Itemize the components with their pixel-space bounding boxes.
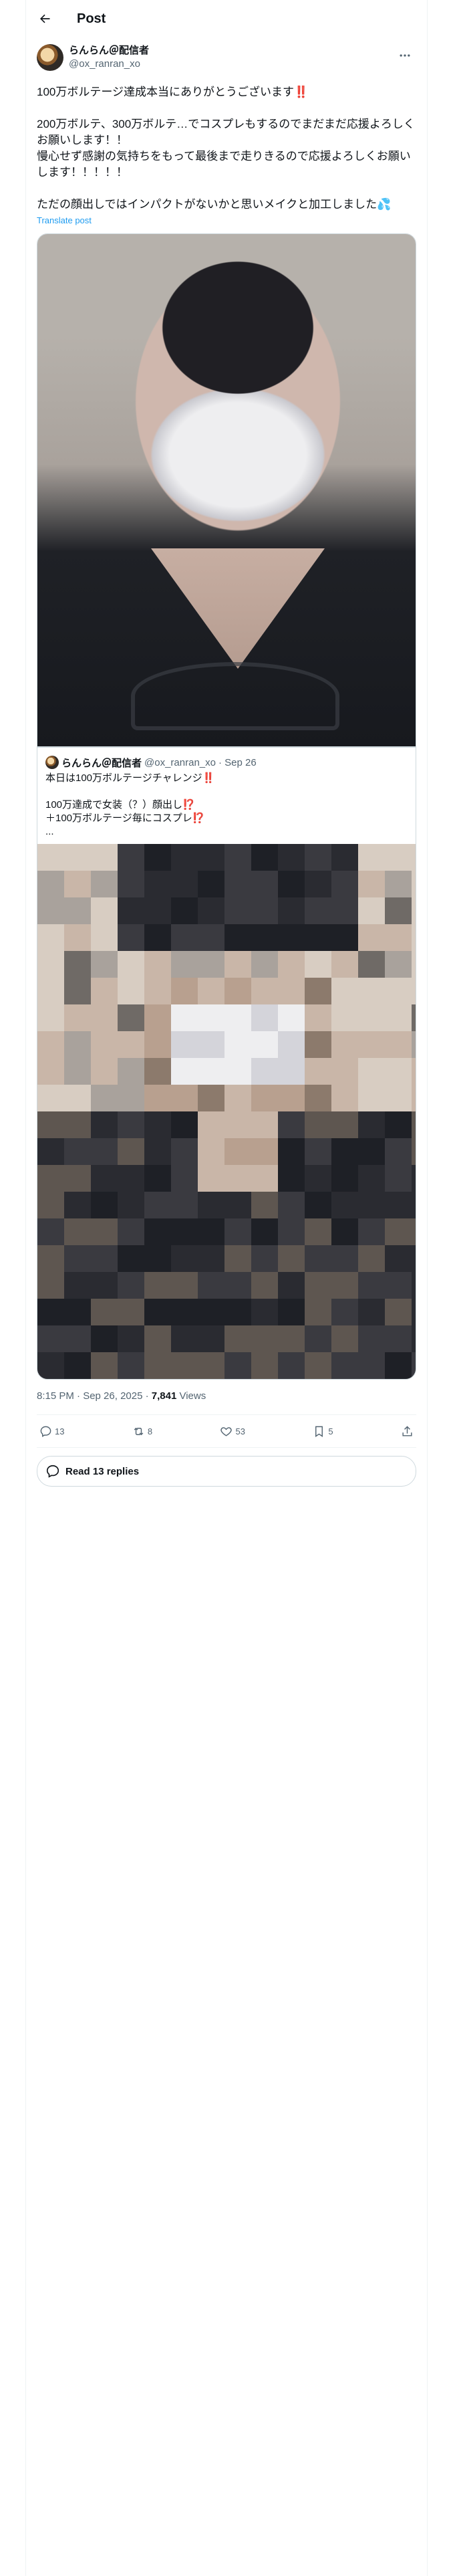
quoted-post[interactable]: らんらん＠配信者 @ox_ranran_xo · Sep 26 本日は100万ボ… <box>37 747 416 1380</box>
repost-count: 8 <box>147 1426 153 1436</box>
back-arrow-icon <box>40 14 50 23</box>
divider <box>37 1447 416 1448</box>
bookmark-button[interactable]: 5 <box>313 1425 333 1438</box>
reply-count: 13 <box>55 1426 65 1436</box>
repost-icon <box>134 1427 144 1435</box>
quoted-photo[interactable] <box>37 844 416 1379</box>
top-bar: Post <box>26 0 427 37</box>
share-icon <box>402 1425 412 1436</box>
share-button[interactable] <box>401 1425 414 1438</box>
timestamp-text[interactable]: 8:15 PM · Sep 26, 2025 · <box>37 1390 152 1402</box>
speech-bubble-icon <box>46 1465 59 1478</box>
quoted-author: らんらん＠配信者 @ox_ranran_xo · Sep 26 <box>45 756 408 769</box>
bookmark-icon <box>315 1426 323 1437</box>
post: らんらん＠配信者 @ox_ranran_xo 100万ボルテージ達成本当にありが… <box>37 44 416 1487</box>
photo-image <box>37 234 416 746</box>
quoted-avatar <box>45 756 59 769</box>
avatar[interactable] <box>37 44 63 71</box>
like-count: 53 <box>235 1426 245 1436</box>
repost-button[interactable]: 8 <box>132 1425 152 1438</box>
author-name[interactable]: らんらん＠配信者 <box>69 44 149 58</box>
read-replies-button[interactable]: Read 13 replies <box>37 1456 416 1487</box>
more-icon <box>400 54 410 57</box>
quoted-text: 本日は100万ボルテージチャレンジ‼️ 100万達成で女装（？）顔出し⁉️ ＋1… <box>45 772 215 837</box>
translate-link[interactable]: Translate post <box>37 215 416 225</box>
quoted-date: · Sep 26 <box>218 756 257 768</box>
quoted-author-handle: @ox_ranran_xo <box>144 756 216 768</box>
post-author: らんらん＠配信者 @ox_ranran_xo <box>37 44 416 76</box>
views-count: 7,841 <box>151 1390 177 1402</box>
post-text: 100万ボルテージ達成本当にありがとうございます‼️ 200万ボルテ、300万ボ… <box>37 86 415 211</box>
bookmark-count: 5 <box>328 1426 333 1436</box>
main-column: Post らんらん＠配信者 @ox_ranran_xo 100万ボルテージ達成本… <box>25 0 428 2576</box>
quoted-author-name: らんらん＠配信者 <box>61 757 142 769</box>
post-photo[interactable] <box>37 233 416 747</box>
action-bar: 13 8 53 5 <box>37 1415 416 1447</box>
views-label: Views <box>176 1390 206 1402</box>
read-replies-label: Read 13 replies <box>65 1465 140 1477</box>
reply-button[interactable]: 13 <box>39 1425 64 1438</box>
back-button[interactable] <box>31 5 58 32</box>
author-handle[interactable]: @ox_ranran_xo <box>69 58 149 71</box>
post-timestamp: 8:15 PM · Sep 26, 2025 · 7,841 Views <box>37 1390 416 1404</box>
reply-icon <box>40 1426 51 1437</box>
heart-icon <box>220 1426 233 1436</box>
more-button[interactable] <box>394 44 416 67</box>
page-title: Post <box>77 11 106 26</box>
like-button[interactable]: 53 <box>220 1425 245 1438</box>
